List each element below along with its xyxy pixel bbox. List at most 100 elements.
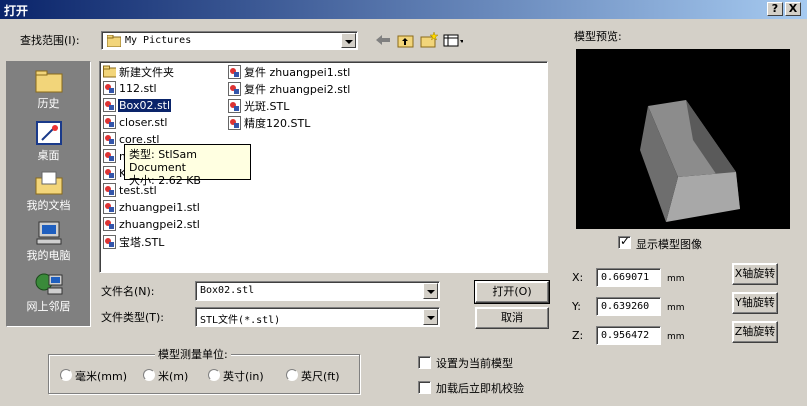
title-bar[interactable]: 打开 [0,0,807,19]
my-computer-icon [36,221,61,245]
places-item-network[interactable]: 网上邻居 [7,267,90,317]
look-in-label: 查找范围(I): [20,34,80,47]
file-item[interactable]: zhuangpei1.stl [103,200,201,216]
filetype-label: 文件类型(T): [101,311,165,324]
coord-value: 0.639260 [601,301,650,312]
file-name: closer.stl [119,116,168,129]
places-label: 我的电脑 [26,249,71,262]
rotate-button-label: Y轴旋转 [735,296,775,309]
back-icon[interactable] [373,31,393,49]
rotate-button-label: X轴旋转 [734,267,776,280]
rotate-y-button[interactable]: Y轴旋转 [732,292,778,314]
show-model-image-label: 显示模型图像 [636,238,702,251]
stl-file-icon [103,115,116,129]
filetype-value: STL文件(*.stl) [200,315,281,326]
rotate-button-label: Z轴旋转 [734,325,776,338]
stl-file-icon [103,183,116,197]
file-name: 复件 zhuangpei1.stl [244,66,351,79]
places-item-my-documents[interactable]: 我的文档 [7,166,90,216]
coord-y-label: Y: [572,300,581,313]
filetype-dropdown-button[interactable] [423,309,438,325]
stl-file-icon [228,99,241,113]
file-name: zhuangpei2.stl [119,218,200,231]
rotate-x-button[interactable]: X轴旋转 [732,263,778,285]
file-item[interactable]: 复件 zhuangpei2.stl [228,81,351,97]
unit-radio[interactable] [60,369,72,381]
up-folder-icon[interactable] [396,31,416,49]
model-preview-render [640,100,740,222]
file-item[interactable]: 精度120.STL [228,115,311,131]
file-item[interactable]: 光斑.STL [228,98,290,114]
coord-unit: mm [667,303,685,313]
file-item[interactable]: 112.stl [103,81,158,97]
unit-radio[interactable] [286,369,298,381]
stl-file-icon [103,166,116,180]
filetype-combo[interactable]: STL文件(*.stl) [195,307,440,327]
file-name: 112.stl [119,82,157,95]
stl-file-icon [228,65,241,79]
file-item[interactable]: closer.stl [103,115,168,131]
filename-dropdown-button[interactable] [423,283,438,299]
stl-file-icon [103,81,116,95]
stl-file-icon [103,98,116,112]
unit-option-label: 米(m) [158,370,189,383]
look-in-combo[interactable]: My Pictures [101,31,358,50]
look-in-value: My Pictures [125,35,192,46]
folder-icon [103,65,116,78]
file-tooltip: 类型: StlSam Document 大小: 2.62 KB [124,144,251,187]
unit-option-label: 英尺(ft) [301,370,340,383]
coord-x-input[interactable]: 0.669071 [596,268,661,287]
unit-option-label: 英寸(in) [223,370,264,383]
cancel-button-label: 取消 [501,311,523,324]
coord-z-label: Z: [572,329,584,342]
verify-after-load-checkbox[interactable] [418,381,431,394]
places-item-my-computer[interactable]: 我的电脑 [7,216,90,266]
new-folder-icon[interactable] [419,31,439,49]
set-current-model-checkbox[interactable] [418,356,431,369]
stl-file-icon [103,235,116,249]
file-item[interactable]: zhuangpei2.stl [103,217,201,233]
file-item[interactable]: 复件 zhuangpei1.stl [228,64,351,80]
stl-file-icon [228,82,241,96]
coord-unit: mm [667,274,685,284]
folder-item[interactable]: 新建文件夹 [103,64,175,80]
show-model-image-checkbox[interactable] [618,234,631,249]
places-item-history[interactable]: 历史 [7,64,90,114]
cancel-button[interactable]: 取消 [475,307,549,329]
coord-unit: mm [667,332,685,342]
file-name: 宝塔.STL [119,236,165,249]
unit-radio[interactable] [208,369,220,381]
rotate-z-button[interactable]: Z轴旋转 [732,321,778,343]
network-places-icon [35,273,62,295]
unit-radio[interactable] [143,369,155,381]
my-documents-icon [35,171,62,195]
unit-option-label: 毫米(mm) [75,370,128,383]
view-menu-icon[interactable] [443,31,463,49]
close-button[interactable]: X [785,2,801,16]
coord-value: 0.669071 [601,272,650,283]
file-name: Box02.stl [116,98,173,113]
coord-value: 0.956472 [601,330,650,341]
coord-z-input[interactable]: 0.956472 [596,326,661,345]
help-button[interactable]: ? [767,2,783,16]
file-item[interactable]: Box02.stl [103,98,173,114]
file-item[interactable]: 宝塔.STL [103,234,165,250]
folder-icon [107,35,121,47]
coord-y-input[interactable]: 0.639260 [596,297,661,316]
verify-after-load-label: 加载后立即机校验 [436,382,524,395]
filename-value: Box02.stl [200,285,255,296]
set-current-model-label: 设置为当前模型 [436,357,513,370]
places-label: 历史 [37,97,60,110]
file-name: 精度120.STL [244,117,311,130]
places-item-desktop[interactable]: 桌面 [7,116,90,166]
file-name: zhuangpei1.stl [119,201,200,214]
file-name: 新建文件夹 [119,66,174,79]
history-icon [35,70,62,93]
filename-combo[interactable]: Box02.stl [195,281,440,301]
open-button[interactable]: 打开(O) [474,280,550,304]
look-in-dropdown-button[interactable] [341,33,356,48]
model-preview[interactable] [576,49,790,229]
stl-file-icon [103,132,116,146]
places-bar: 历史 桌面 我的文档 我的电脑 网上邻居 [6,61,91,327]
preview-label: 模型预览: [574,30,622,43]
